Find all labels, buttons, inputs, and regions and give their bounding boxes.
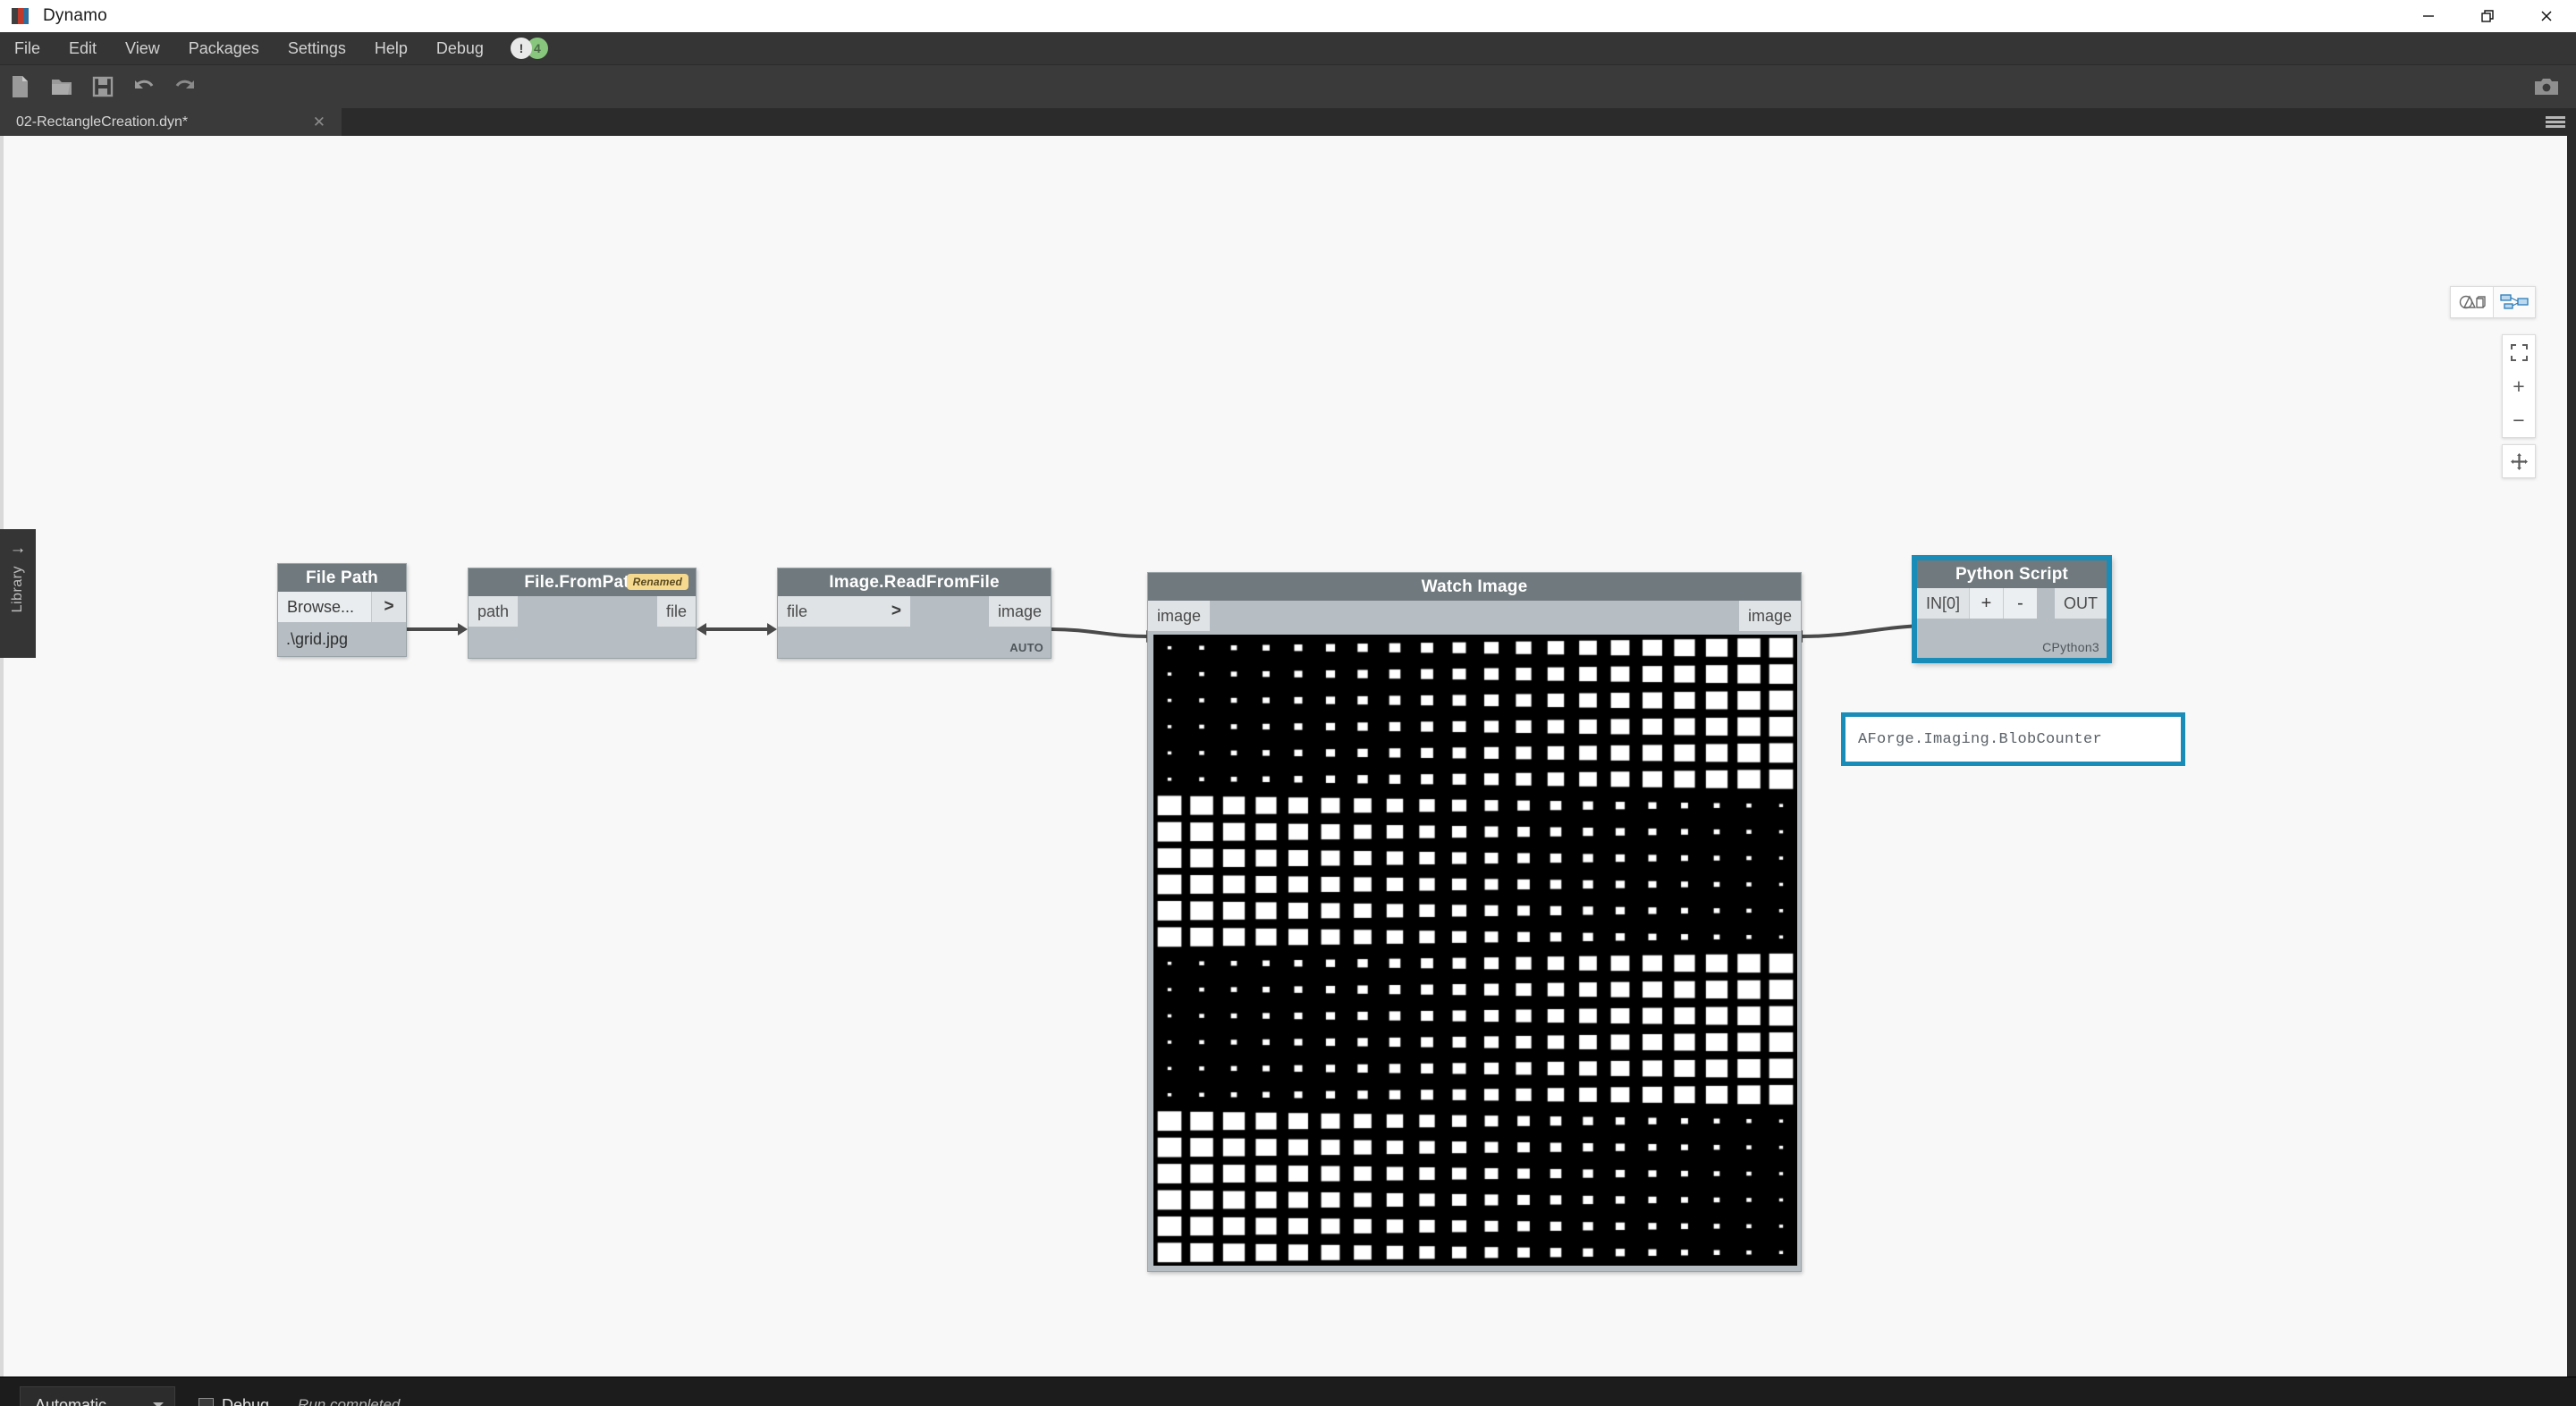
status-bar: Automatic Debug Run completed. [0,1377,2576,1406]
browse-row: Browse... > [278,592,406,622]
notification-badges: ! 4 [511,38,548,59]
graph-view-toggle[interactable] [2493,287,2535,317]
node-body [469,627,696,658]
output-port-out[interactable]: OUT [2055,588,2107,619]
browse-button[interactable]: Browse... [278,592,372,622]
output-port-image[interactable]: image [1739,601,1801,631]
menu-debug[interactable]: Debug [422,32,498,65]
checkbox-icon[interactable] [198,1398,214,1406]
script-name-text: AForge.Imaging.BlobCounter [1858,731,2102,748]
save-file-button[interactable] [82,65,123,108]
close-icon[interactable]: ✕ [308,114,331,131]
zoom-out-button[interactable]: − [2503,403,2535,437]
graph-canvas[interactable]: → Library File Path Browse... > .\grid.j… [0,136,2576,1377]
library-label: Library [10,566,26,612]
tab-02-rectanglecreation[interactable]: 02-RectangleCreation.dyn* ✕ [0,108,342,136]
minimize-button[interactable] [2399,0,2458,32]
auto-badge: AUTO [1009,641,1043,654]
ports-row: IN[0] + - OUT [1917,588,2107,619]
view-mode-toggle [2450,286,2536,318]
python-engine-label: CPython3 [2042,640,2099,654]
ports-row: path file [469,596,696,627]
node-title: Python Script [1917,560,2107,588]
debug-label: Debug [222,1396,269,1406]
menu-edit[interactable]: Edit [55,32,111,65]
input-port-path[interactable]: path [469,596,518,627]
toolbar [0,65,2576,108]
toolbar-right-group [2526,65,2567,108]
pan-move-icon[interactable] [2502,444,2536,478]
menu-file[interactable]: File [0,32,55,65]
tab-bar: 02-RectangleCreation.dyn* ✕ [0,108,2576,136]
output-port-file[interactable]: file [657,596,696,627]
input-port-in0[interactable]: IN[0] [1917,588,1969,619]
input-port-file[interactable]: file > [778,596,910,627]
menu-packages[interactable]: Packages [174,32,274,65]
chevron-right-icon[interactable]: > [891,602,901,621]
zoom-to-fit-icon[interactable] [2503,335,2535,369]
warning-badge-icon[interactable]: ! [511,38,532,59]
output-port-image[interactable]: image [989,596,1051,627]
tab-label: 02-RectangleCreation.dyn* [16,114,188,130]
image-preview [1153,635,1797,1266]
menu-view[interactable]: View [111,32,174,65]
run-mode-value: Automatic [35,1396,106,1406]
port-spacer [518,596,657,627]
menu-settings[interactable]: Settings [274,32,360,65]
add-input-port-button[interactable]: + [1969,588,2003,619]
close-button[interactable] [2517,0,2576,32]
debug-checkbox[interactable]: Debug [198,1396,269,1406]
zoom-controls: + − [2502,334,2536,438]
undo-button[interactable] [123,65,165,108]
menu-help[interactable]: Help [360,32,422,65]
image-preview-frame [1148,631,1801,1271]
node-title: Image.ReadFromFile [778,568,1051,596]
run-status-text: Run completed. [298,1396,404,1406]
node-body: AUTO [778,627,1051,658]
port-spacer [910,596,989,627]
script-name-box[interactable]: AForge.Imaging.BlobCounter [1841,712,2185,766]
window-controls [2399,0,2576,32]
sidebar-item-library[interactable]: → Library [0,529,36,658]
node-title: File Path [278,564,406,592]
node-watch-image[interactable]: Watch Image image image [1147,572,1802,1272]
node-title: Watch Image [1148,573,1801,601]
node-title: File.FromPath Renamed [469,568,696,596]
node-title-text: File.FromPath [524,573,639,593]
redo-button[interactable] [165,65,206,108]
port-spacer [1210,601,1739,631]
arrow-right-icon: → [10,540,27,557]
zoom-in-button[interactable]: + [2503,369,2535,403]
node-python-script[interactable]: Python Script IN[0] + - OUT CPython3 [1913,556,2111,662]
ports-row: file > image [778,596,1051,627]
input-port-label: file [787,602,807,621]
node-body: CPython3 [1917,619,2107,658]
output-port-filepath[interactable]: > [372,592,406,622]
hamburger-menu-icon[interactable] [2546,108,2565,136]
menu-bar: File Edit View Packages Settings Help De… [0,32,2576,65]
canvas-right-edge [2567,136,2576,1377]
ports-row: image image [1148,601,1801,631]
dynamo-logo-icon [11,6,30,26]
remove-input-port-button[interactable]: - [2003,588,2037,619]
chevron-down-icon [153,1402,164,1406]
node-file-path[interactable]: File Path Browse... > .\grid.jpg [277,563,407,657]
maximize-restore-button[interactable] [2458,0,2517,32]
canvas-left-edge [0,136,4,1377]
run-mode-dropdown[interactable]: Automatic [20,1386,175,1406]
open-file-button[interactable] [41,65,82,108]
renamed-badge: Renamed [627,574,688,590]
title-bar: Dynamo [0,0,2576,32]
new-file-button[interactable] [0,65,41,108]
input-port-image[interactable]: image [1148,601,1210,631]
node-file-frompath[interactable]: File.FromPath Renamed path file [468,568,697,659]
file-path-value: .\grid.jpg [278,622,406,656]
node-image-readfromfile[interactable]: Image.ReadFromFile file > image AUTO [777,568,1052,659]
camera-icon[interactable] [2526,65,2567,108]
app-title: Dynamo [43,6,107,26]
background-3d-preview-toggle[interactable] [2451,287,2493,317]
